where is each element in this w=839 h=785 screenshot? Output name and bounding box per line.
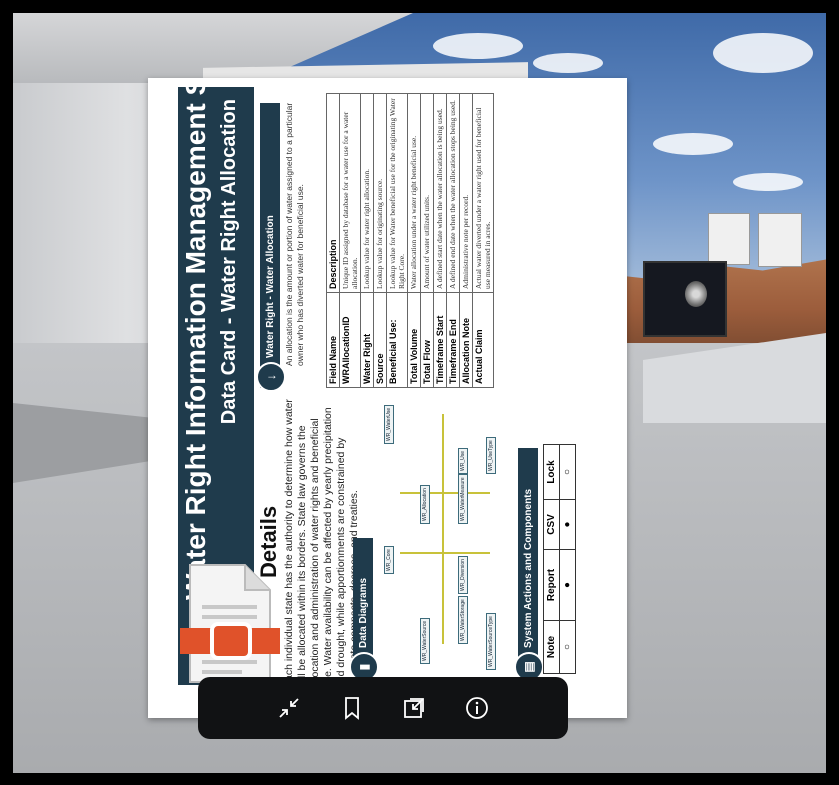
background-card — [708, 213, 750, 265]
actions-header-report: Report — [543, 549, 560, 621]
background-card — [758, 213, 802, 267]
actions-cell: ○ — [559, 620, 576, 674]
diagram-node: WR_Diversion — [458, 556, 468, 594]
table-row: Beneficial Use: Lookup value for Water be… — [386, 93, 408, 388]
document-file-icon — [180, 564, 280, 683]
cloud — [433, 33, 523, 59]
table-row: WRAllocationID Unique ID assigned by data… — [339, 93, 361, 388]
actions-cell: ● — [559, 549, 576, 621]
actions-header-csv: CSV — [543, 499, 560, 550]
field-description: Lookup value for water right allocation. — [360, 93, 374, 293]
diagram-node: WR_Use — [458, 447, 468, 474]
field-description: A defined end date when the water alloca… — [446, 93, 460, 293]
table-row: Actual Claim Actual water diverted under … — [472, 93, 494, 388]
collapse-arrows-icon — [279, 698, 299, 718]
document-title: Water Right Information Management Syste… — [180, 78, 211, 600]
cloud — [533, 53, 603, 73]
actions-section-heading: ▤ System Actions and Components — [514, 448, 544, 682]
field-description: A defined start date when the water allo… — [433, 93, 447, 293]
actions-heading-text: System Actions and Components — [522, 488, 534, 648]
cloud — [713, 33, 813, 73]
table-row: Timeframe End A defined end date when the… — [446, 93, 460, 388]
diagrams-section-heading: ▮ Data Diagrams — [349, 538, 379, 682]
diagram-node: WR_WaterUse — [384, 404, 394, 444]
diagram-node: WR_WaterSource — [420, 617, 430, 664]
field-name: Source — [373, 292, 387, 388]
info-button[interactable] — [457, 688, 497, 728]
details-text: Each individual state has the authority … — [283, 399, 360, 688]
field-name: Total Flow — [420, 292, 434, 388]
actions-header-note: Note — [543, 620, 560, 674]
table-row: Allocation Note Administrative note per r… — [459, 93, 473, 388]
field-description: Unique ID assigned by database for a wat… — [339, 93, 361, 293]
diagram-node: WR_Allocation — [420, 485, 430, 524]
table-row: Source Lookup value for originating sourc… — [373, 93, 387, 388]
document-subtitle: Data Card - Water Right Allocation — [218, 99, 240, 425]
diagram-node: WR_WaterSourceType — [486, 613, 496, 670]
owl-image — [685, 281, 707, 307]
actions-table: Note Report CSV Lock ○ ● ● ○ — [543, 444, 576, 674]
collapse-button[interactable] — [269, 688, 309, 728]
actions-header-lock: Lock — [543, 444, 560, 500]
allocation-description: An allocation is the amount or portion o… — [284, 102, 305, 366]
cloud — [733, 173, 803, 191]
table-row: Water Right Lookup value for water right … — [360, 93, 374, 388]
field-description: Lookup value for Water beneficial use fo… — [386, 93, 408, 293]
field-name: Actual Claim — [472, 292, 494, 388]
table-row: ○ ● ● ○ — [559, 444, 576, 674]
diagram-node: WR_Core — [384, 546, 394, 574]
background-monitor — [643, 261, 727, 337]
table-row: Total Flow Amount of water utilized units… — [420, 93, 434, 388]
field-table: Field Name Description WRAllocationID Uni… — [326, 93, 494, 388]
info-icon — [465, 697, 488, 719]
field-description: Administrative note per record. — [459, 93, 473, 293]
field-name: Timeframe Start — [433, 292, 447, 388]
diagram-node: WR_WaterStorage — [458, 596, 468, 644]
table-row: Timeframe Start A defined start date when… — [433, 93, 447, 388]
field-description: Actual water diverted under a water righ… — [472, 93, 494, 293]
diagram-node: WR_UseType — [486, 437, 496, 474]
field-name: Beneficial Use: — [386, 292, 408, 388]
data-diagram: WR_Core WR_Allocation WR_WaterSource WR_… — [380, 394, 505, 674]
allocation-section-heading: ↓ Water Right - Water Allocation — [256, 103, 286, 392]
bookmark-icon — [344, 697, 359, 720]
field-name: Total Volume — [407, 292, 421, 388]
field-name: Timeframe End — [446, 292, 460, 388]
diagram-edge — [400, 492, 490, 494]
actions-cell: ○ — [559, 444, 576, 500]
field-description: Water allocation under a water right ben… — [407, 93, 421, 293]
field-description: Lookup value for originating source. — [373, 93, 387, 293]
actions-cell: ● — [559, 499, 576, 550]
field-name: Allocation Note — [459, 292, 473, 388]
diagram-node: WR_WaterMeasure — [458, 474, 468, 524]
field-table-header: Field Name — [326, 292, 340, 388]
cloud — [653, 133, 733, 155]
bookmark-button[interactable] — [332, 688, 372, 728]
table-row: Total Volume Water allocation under a wat… — [407, 93, 421, 388]
allocation-heading-text: Water Right - Water Allocation — [264, 215, 276, 358]
field-description: Amount of water utilized units. — [420, 93, 434, 293]
field-name: WRAllocationID — [339, 292, 361, 388]
diagrams-heading-text: Data Diagrams — [357, 577, 369, 648]
open-external-button[interactable] — [394, 688, 434, 728]
diagram-edge — [400, 552, 490, 554]
field-table-header: Description — [326, 93, 340, 293]
open-external-icon — [404, 698, 425, 718]
viewer-toolbar — [198, 677, 568, 739]
field-name: Water Right — [360, 292, 374, 388]
diagram-edge — [442, 414, 444, 644]
download-icon: ↓ — [256, 362, 286, 392]
